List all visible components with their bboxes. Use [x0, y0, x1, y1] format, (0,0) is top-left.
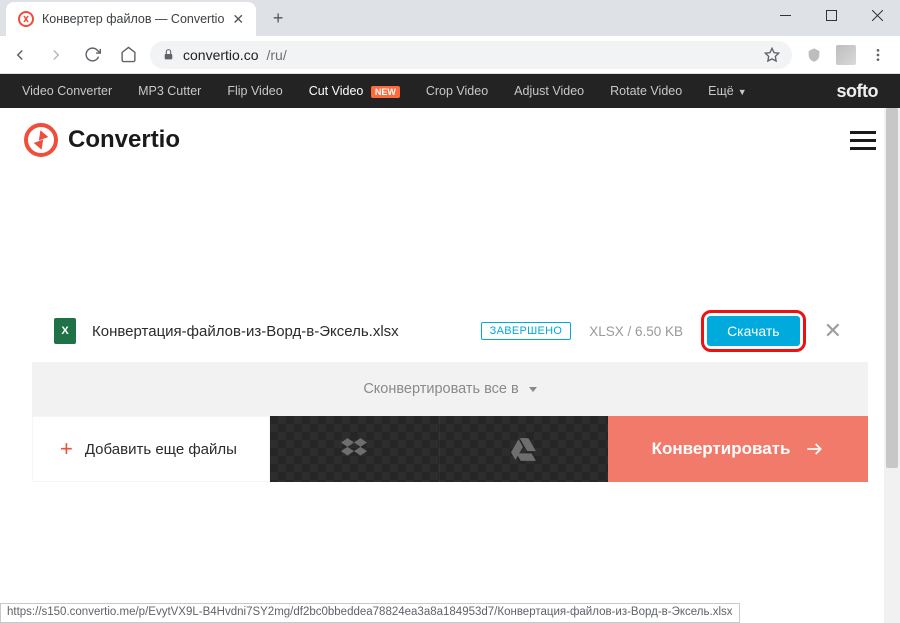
hamburger-menu-icon[interactable] [850, 131, 876, 150]
status-bar: https://s150.convertio.me/p/EvytVX9L-B4H… [0, 603, 740, 623]
site-logo[interactable]: Convertio [24, 123, 180, 157]
address-bar: convertio.co/ru/ [0, 36, 900, 74]
bottom-action-row: + Добавить еще файлы Конвертировать [32, 416, 868, 482]
site-header: Convertio [0, 108, 900, 172]
window-maximize-button[interactable] [808, 0, 854, 30]
url-path: /ru/ [266, 47, 286, 63]
file-meta: XLSX / 6.50 KB [589, 324, 683, 339]
window-controls [762, 0, 900, 30]
adstrip-video-converter[interactable]: Video Converter [22, 84, 112, 98]
url-input[interactable]: convertio.co/ru/ [150, 41, 792, 69]
bookmark-icon[interactable] [764, 47, 780, 63]
convert-button[interactable]: Конвертировать [608, 416, 868, 482]
file-name: Конвертация-файлов-из-Ворд-в-Эксель.xlsx [92, 323, 481, 340]
new-badge: NEW [371, 86, 400, 98]
arrow-right-icon [804, 439, 824, 459]
file-row: Конвертация-файлов-из-Ворд-в-Эксель.xlsx… [32, 300, 868, 362]
remove-file-icon[interactable]: ✕ [820, 318, 846, 344]
vertical-scrollbar[interactable] [884, 108, 900, 623]
window-minimize-button[interactable] [762, 0, 808, 30]
google-drive-icon [511, 436, 537, 462]
convert-all-label: Сконвертировать все в [363, 381, 518, 397]
nav-home-button[interactable] [114, 41, 142, 69]
favicon-icon [18, 11, 34, 27]
plus-icon: + [60, 436, 73, 462]
dropbox-upload-button[interactable] [270, 416, 439, 482]
main-content: Конвертация-файлов-из-Ворд-в-Эксель.xlsx… [0, 172, 900, 482]
xlsx-file-icon [54, 318, 76, 344]
top-nav-strip: Video Converter MP3 Cutter Flip Video Cu… [0, 74, 900, 108]
adstrip-flip-video[interactable]: Flip Video [227, 84, 282, 98]
adstrip-cut-video[interactable]: Cut Video NEW [309, 84, 400, 98]
logo-text: Convertio [68, 126, 180, 154]
browser-menu-icon[interactable] [864, 41, 892, 69]
tab-close-icon[interactable]: ✕ [232, 11, 244, 28]
url-host: convertio.co [183, 47, 258, 63]
browser-titlebar: Конвертер файлов — Convertio ✕ + [0, 0, 900, 36]
adstrip-more-label: Ещё [708, 84, 734, 98]
adstrip-adjust-video[interactable]: Adjust Video [514, 84, 584, 98]
lock-icon [162, 48, 175, 61]
window-close-button[interactable] [854, 0, 900, 30]
adstrip-crop-video[interactable]: Crop Video [426, 84, 488, 98]
scrollbar-thumb[interactable] [886, 108, 898, 468]
add-more-files-button[interactable]: + Добавить еще файлы [32, 416, 270, 482]
convert-label: Конвертировать [652, 439, 791, 459]
convert-all-dropdown[interactable]: Сконвертировать все в [32, 362, 868, 416]
add-more-label: Добавить еще файлы [85, 441, 237, 458]
nav-back-button[interactable] [6, 41, 34, 69]
nav-reload-button[interactable] [78, 41, 106, 69]
adstrip-more[interactable]: Ещё ▼ [708, 84, 747, 98]
download-highlight: Скачать [701, 310, 806, 352]
browser-tab[interactable]: Конвертер файлов — Convertio ✕ [6, 2, 256, 36]
logo-icon [24, 123, 58, 157]
chevron-down-icon: ▼ [738, 87, 747, 97]
google-drive-upload-button[interactable] [439, 416, 609, 482]
dropbox-icon [341, 436, 367, 462]
softo-brand[interactable]: softo [837, 81, 879, 102]
profile-avatar[interactable] [836, 45, 856, 65]
status-badge: ЗАВЕРШЕНО [481, 322, 572, 340]
adstrip-mp3-cutter[interactable]: MP3 Cutter [138, 84, 201, 98]
new-tab-button[interactable]: + [264, 4, 292, 32]
download-button[interactable]: Скачать [707, 316, 800, 346]
nav-forward-button[interactable] [42, 41, 70, 69]
adstrip-rotate-video[interactable]: Rotate Video [610, 84, 682, 98]
tab-title: Конвертер файлов — Convertio [42, 12, 224, 26]
adstrip-cut-video-label: Cut Video [309, 84, 364, 98]
shield-icon[interactable] [800, 41, 828, 69]
